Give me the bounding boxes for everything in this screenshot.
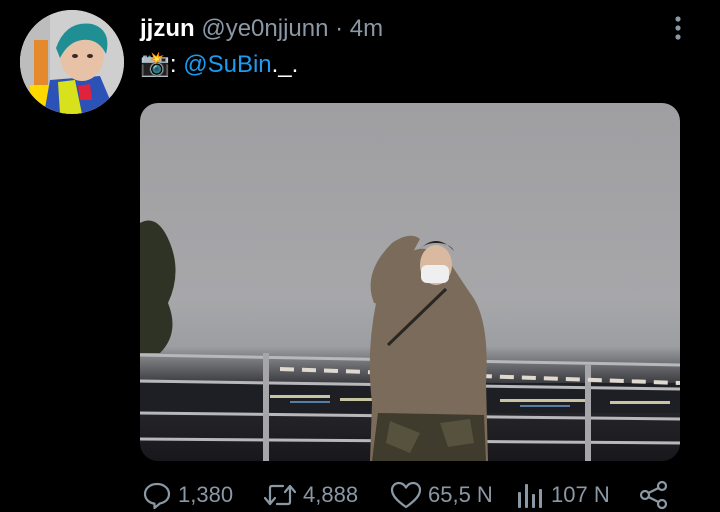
tweet-photo[interactable]: [140, 103, 680, 461]
colon: :: [169, 51, 177, 78]
retweet-count: 4,888: [303, 482, 359, 507]
more-vertical-icon[interactable]: [668, 14, 688, 42]
heart-icon: [390, 480, 422, 510]
retweet-button[interactable]: 4,888: [263, 478, 358, 512]
camera-emoji: 📸: [140, 51, 170, 78]
share-button[interactable]: [638, 478, 670, 512]
retweet-icon: [263, 480, 297, 510]
tweet-text: 📸: @SuBin._.: [140, 50, 298, 80]
reply-button[interactable]: 1,380: [142, 478, 233, 512]
action-bar: 1,380 4,888 65,5 N 107 N: [0, 478, 720, 512]
avatar[interactable]: [20, 10, 124, 114]
like-button[interactable]: 65,5 N: [390, 478, 493, 512]
separator-dot: ·: [335, 15, 344, 42]
user-handle[interactable]: @ye0njjunn: [201, 15, 328, 42]
display-name[interactable]: jjzun: [140, 15, 195, 42]
mention-link[interactable]: @SuBin: [183, 51, 271, 78]
reply-count: 1,380: [178, 482, 234, 507]
views-button[interactable]: 107 N: [517, 478, 610, 512]
timestamp[interactable]: 4m: [350, 15, 383, 42]
tweet-header: jjzun @ye0njjunn · 4m: [140, 14, 383, 44]
trailing-text: ._.: [271, 51, 299, 78]
reply-icon: [142, 480, 172, 510]
views-count: 107 N: [551, 482, 610, 507]
like-count: 65,5 N: [428, 482, 493, 507]
share-icon: [638, 480, 670, 510]
views-bar-chart-icon: [517, 480, 545, 510]
